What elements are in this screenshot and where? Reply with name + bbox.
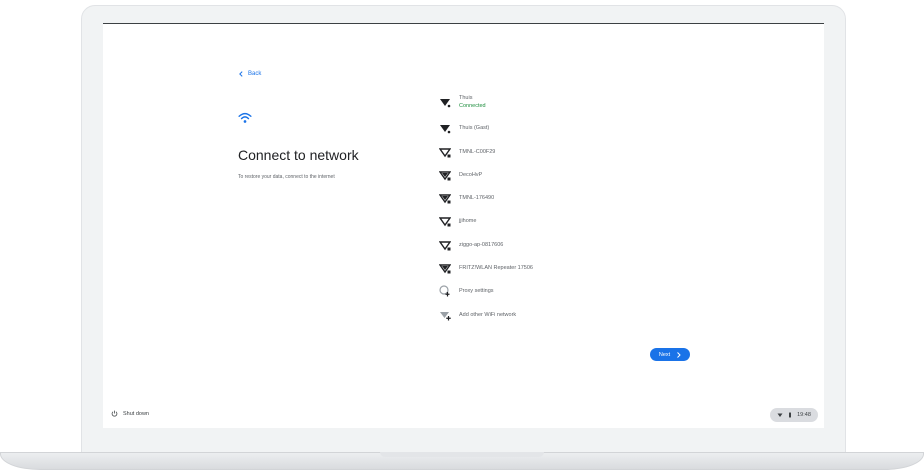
clock-time: 19:48 bbox=[797, 412, 811, 418]
network-status: Connected bbox=[459, 103, 486, 109]
network-name: TMNL-C00F29 bbox=[459, 149, 496, 155]
wifi-icon bbox=[440, 125, 451, 134]
next-button-label: Next bbox=[658, 351, 671, 358]
wifi-locked-icon bbox=[439, 241, 451, 251]
next-button[interactable]: Next bbox=[650, 348, 690, 361]
back-button-label: Back bbox=[248, 71, 262, 77]
wifi-locked-icon bbox=[439, 217, 451, 227]
chevron-left-icon bbox=[239, 71, 243, 77]
shutdown-label: Shut down bbox=[123, 410, 149, 417]
wifi-locked-icon bbox=[439, 171, 451, 181]
network-name: ziggo-ap-0817606 bbox=[459, 242, 504, 248]
wifi-icon bbox=[238, 112, 252, 123]
page-title: Connect to network bbox=[238, 147, 359, 163]
wifi-icon bbox=[777, 413, 783, 417]
wifi-locked-icon bbox=[439, 194, 451, 204]
wifi-locked-icon bbox=[439, 148, 451, 158]
status-tray[interactable]: 19:48 bbox=[770, 408, 818, 422]
back-button[interactable]: Back bbox=[238, 71, 261, 77]
oobe-screen: Back Connect to network To restore your … bbox=[103, 23, 824, 428]
network-name: Proxy settings bbox=[459, 288, 494, 294]
network-name: FRITZ!WLAN Repeater 17506 bbox=[459, 265, 533, 271]
network-item-jjihome[interactable]: jjihome bbox=[439, 213, 476, 229]
shutdown-button[interactable]: Shut down bbox=[111, 410, 149, 417]
wifi-locked-icon bbox=[439, 264, 451, 274]
network-item-ziggo-ap-0817606[interactable]: ziggo-ap-0817606 bbox=[439, 237, 503, 253]
network-item-fritz-wlan-repeater[interactable]: FRITZ!WLAN Repeater 17506 bbox=[439, 260, 533, 276]
proxy-settings-item[interactable]: Proxy settings bbox=[439, 283, 494, 299]
chevron-right-icon bbox=[677, 351, 681, 358]
laptop-base-notch bbox=[380, 452, 544, 457]
network-name: jjihome bbox=[459, 218, 477, 224]
network-item-tmnl-176490[interactable]: TMNL-176490 bbox=[439, 190, 494, 206]
add-wifi-icon bbox=[440, 312, 451, 321]
battery-icon bbox=[789, 412, 792, 418]
wifi-icon bbox=[440, 99, 451, 108]
power-icon bbox=[111, 410, 118, 417]
network-name: TMNL-176490 bbox=[459, 195, 495, 201]
network-item-decohvp[interactable]: DecoHvP bbox=[439, 167, 482, 183]
network-name: DecoHvP bbox=[459, 172, 483, 178]
network-name: Thuis bbox=[459, 95, 473, 101]
proxy-settings-icon bbox=[439, 285, 450, 297]
network-item-tmnl-c00f29[interactable]: TMNL-C00F29 bbox=[439, 144, 495, 160]
network-name: Add other WiFi network bbox=[459, 312, 517, 318]
network-item-thuis[interactable]: Thuis Connected bbox=[439, 94, 486, 110]
add-wifi-network-item[interactable]: Add other WiFi network bbox=[439, 307, 516, 323]
network-name: Thuis (Gast) bbox=[459, 125, 490, 131]
page-subtitle: To restore your data, connect to the int… bbox=[238, 174, 335, 180]
network-item-thuis-gast[interactable]: Thuis (Gast) bbox=[439, 120, 489, 136]
